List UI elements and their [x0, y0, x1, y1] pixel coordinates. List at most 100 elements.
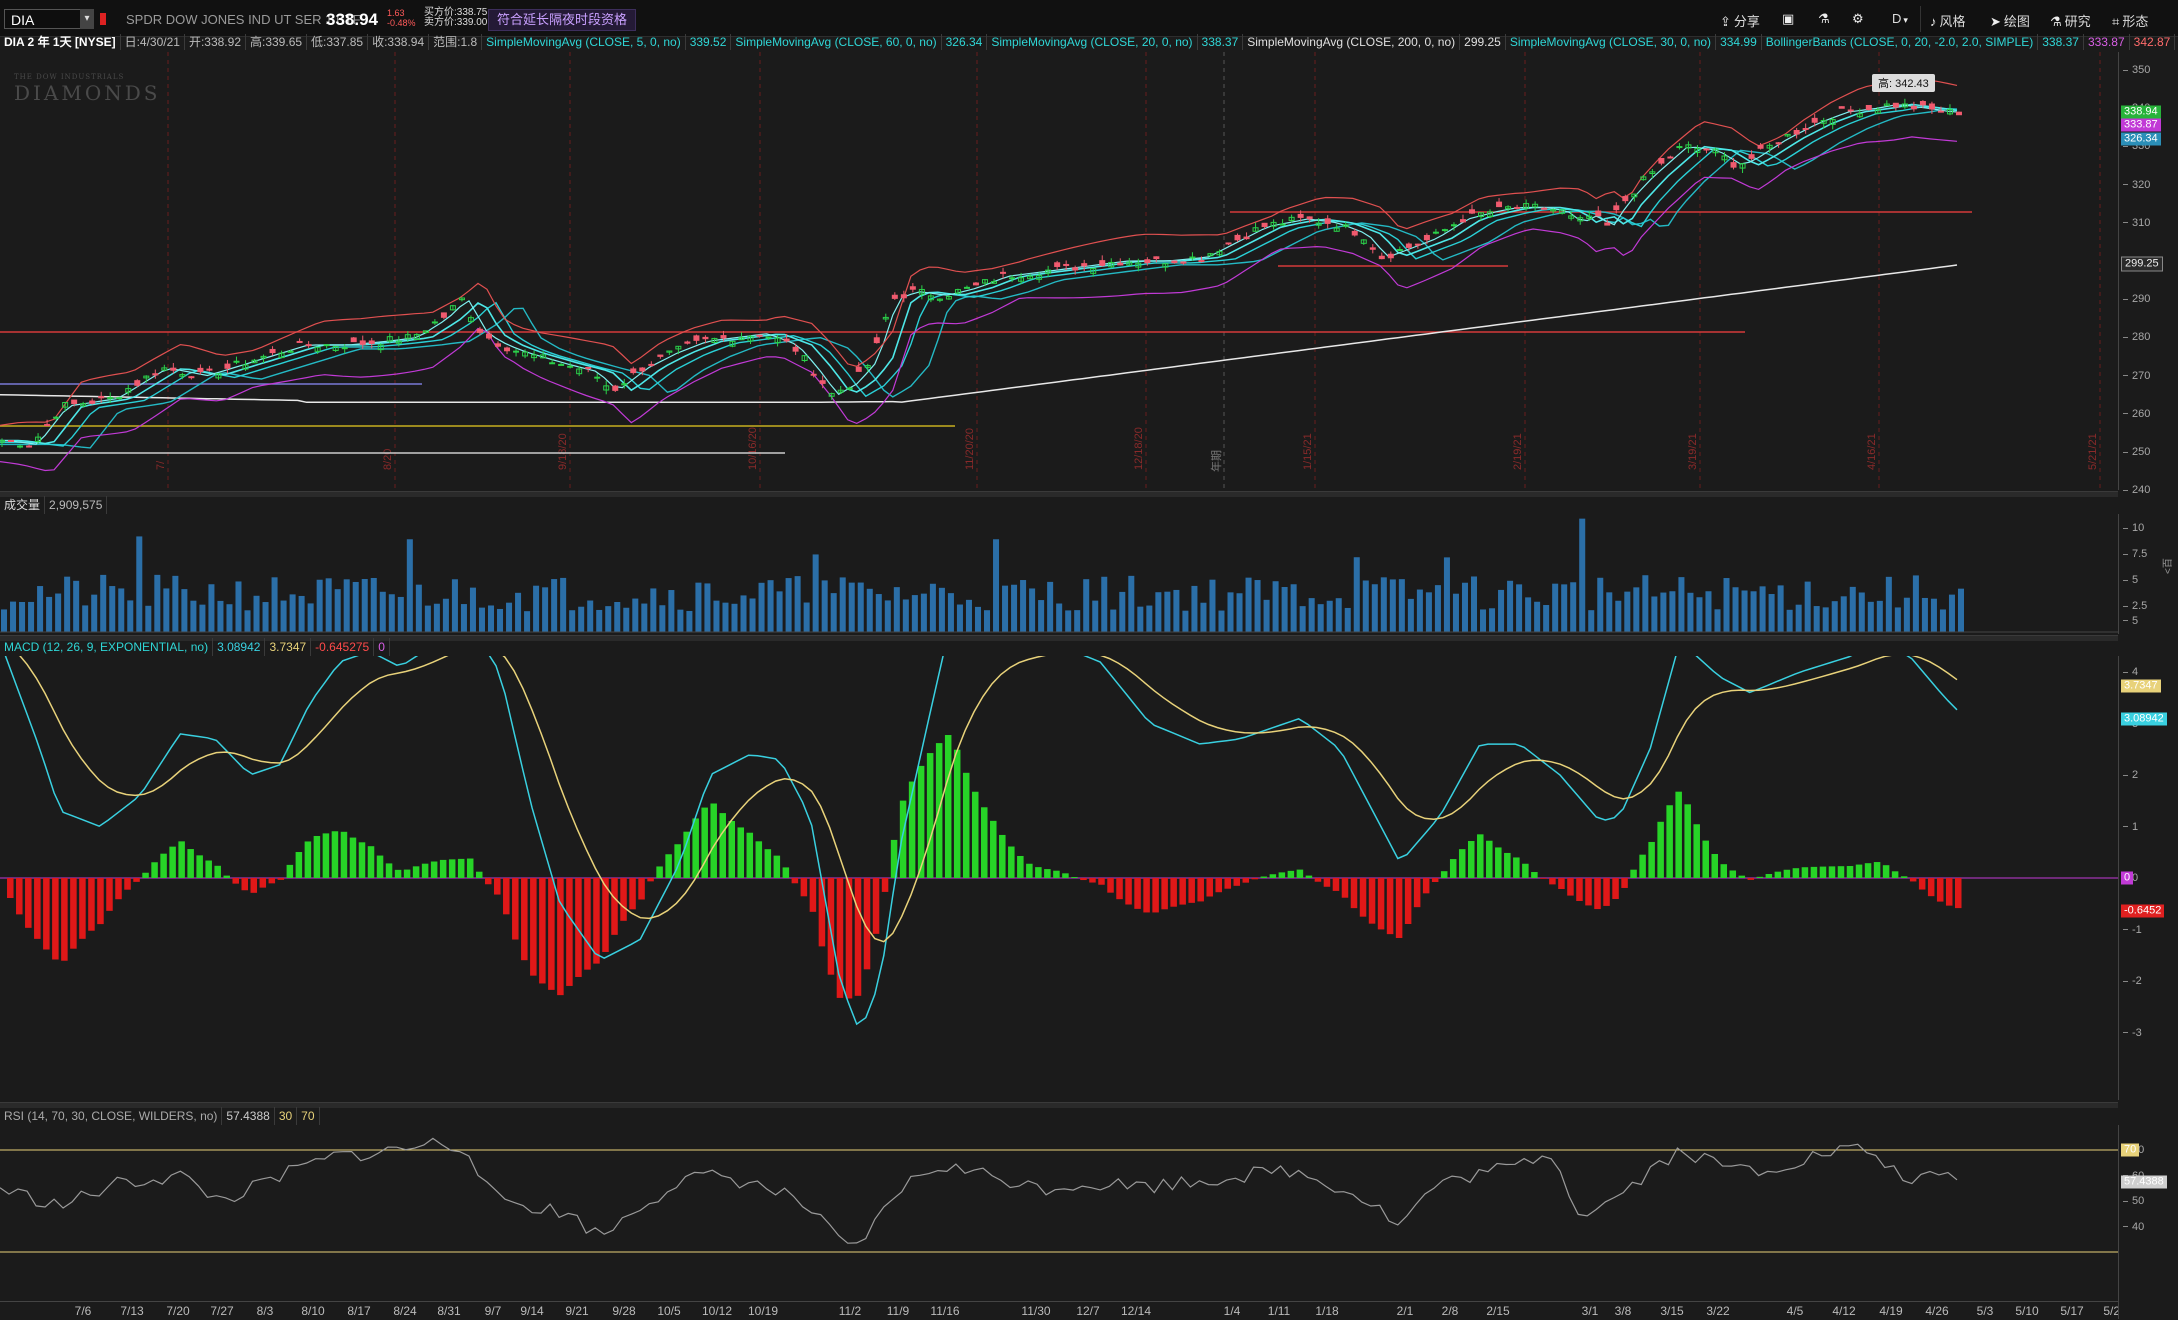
bar-range: 范围:1.8 — [429, 34, 483, 50]
candle-body — [1099, 260, 1106, 266]
macd-pane[interactable] — [0, 656, 2118, 1100]
share-icon: ⇪ — [1720, 14, 1731, 29]
draw-button[interactable]: ➤ 绘图 — [1990, 11, 2030, 30]
macd-histogram-bar — [304, 841, 312, 878]
study-sma20[interactable]: SimpleMovingAvg (CLOSE, 20, 0, no) — [987, 34, 1198, 50]
candle-body — [206, 368, 213, 371]
chart-period-label[interactable]: DIA 2 年 1天 [NYSE] — [0, 34, 121, 50]
candle-body — [1324, 218, 1331, 224]
tick-mark — [2123, 553, 2128, 555]
studies-header: DIA 2 年 1天 [NYSE] 日:4/30/21 开:338.92 高:339.… — [0, 34, 2176, 50]
price-value-tag: 326.34 — [2121, 132, 2161, 146]
macd-histogram-bar — [512, 878, 519, 940]
volume-bar — [1768, 594, 1775, 632]
macd-histogram-bar — [223, 875, 230, 878]
tick-mark — [2123, 69, 2128, 71]
rsi-high: 70 — [297, 1107, 320, 1125]
settings-button[interactable]: ⚙ — [1852, 11, 1867, 27]
rsi-label[interactable]: RSI (14, 70, 30, CLOSE, WILDERS, no) — [0, 1107, 223, 1125]
volume-bar — [1452, 593, 1459, 632]
study-sma30[interactable]: SimpleMovingAvg (CLOSE, 30, 0, no) — [1506, 34, 1717, 50]
drawing-set-button[interactable]: D ▾ — [1892, 11, 1911, 26]
extended-hours-button[interactable]: 符合延长隔夜时段资格 — [488, 9, 637, 31]
tick-text: 7.5 — [2132, 548, 2148, 560]
macd-chart[interactable] — [0, 656, 2118, 1100]
volume-bar — [1498, 589, 1505, 632]
study-sma200[interactable]: SimpleMovingAvg (CLOSE, 200, 0, no) — [1243, 34, 1461, 50]
date-axis[interactable]: 7/6 7/13 7/20 7/27 8/3 8/10 8/17 8/24 8/31 9/7 9/1… — [0, 1301, 2127, 1320]
price-pane[interactable]: 7/8/20 9/18/20 10/16/20 11/20/20 12/18/20 1/1… — [0, 52, 2118, 490]
macd-axis[interactable]: 543210-1-2-33.73473.089420-0.6452 — [2118, 615, 2178, 1100]
share-button[interactable]: ⇪ 分享 — [1720, 11, 1760, 30]
flask-button[interactable]: ⚗ — [1818, 11, 1833, 27]
candle-body — [1180, 261, 1187, 264]
flag-icon[interactable] — [100, 13, 106, 25]
volume-bar — [623, 607, 630, 632]
volume-bar — [632, 598, 639, 632]
price-axis[interactable]: 350340330320310300290280270260250240338.… — [2118, 52, 2178, 496]
pane-divider[interactable] — [0, 491, 2118, 497]
style-button[interactable]: ♪ 风格 — [1930, 11, 1966, 30]
volume-label[interactable]: 成交量 — [0, 496, 46, 514]
macd-histogram-bar — [349, 837, 357, 878]
macd-histogram-bar — [782, 867, 790, 878]
candle-body — [269, 348, 276, 354]
volume-bar — [1921, 597, 1928, 632]
study-button[interactable]: ⚗ 研究 — [2050, 11, 2091, 30]
macd-histogram-bar — [412, 866, 420, 878]
study-sma5[interactable]: SimpleMovingAvg (CLOSE, 5, 0, no) — [482, 34, 686, 50]
candle-body — [972, 282, 979, 286]
macd-histogram-bar — [953, 749, 961, 878]
volume-bar — [875, 594, 882, 632]
candle-body — [1595, 210, 1602, 217]
symbol-input[interactable]: DIA — [4, 9, 90, 29]
study-bollinger[interactable]: BollingerBands (CLOSE, 0, 20, -2.0, 2.0,… — [1762, 34, 2039, 50]
tick-text: 10 — [2132, 522, 2145, 534]
macd-histogram-bar — [1837, 866, 1845, 878]
macd-histogram-bar — [187, 849, 194, 878]
volume-pane[interactable] — [0, 514, 2118, 634]
volume-bar — [235, 581, 242, 632]
volume-bar — [668, 590, 675, 632]
pattern-button[interactable]: ⌗ 形态 — [2112, 11, 2148, 30]
date-tick-label: 11/9 — [886, 1304, 910, 1318]
bar-close: 收:338.94 — [368, 34, 430, 50]
rsi-pane[interactable] — [0, 1125, 2118, 1301]
study-sma60[interactable]: SimpleMovingAvg (CLOSE, 60, 0, no) — [731, 34, 942, 50]
bollinger-mid: 338.37 — [2038, 34, 2084, 50]
rsi-chart[interactable] — [0, 1125, 2118, 1301]
volume-bar — [217, 600, 224, 632]
volume-bar — [1407, 598, 1414, 632]
macd-histogram-bar — [1242, 878, 1250, 883]
macd-tick-label: -1 — [2123, 924, 2142, 936]
macd-histogram-bar — [1612, 878, 1619, 899]
macd-label[interactable]: MACD (12, 26, 9, EXPONENTIAL, no) — [0, 638, 214, 656]
candle-body — [1441, 229, 1448, 232]
price-chart[interactable]: 7/8/20 9/18/20 10/16/20 11/20/20 12/18/20 1/1… — [0, 52, 2118, 490]
rsi-axis[interactable]: 706050407057.4388 — [2118, 1125, 2178, 1301]
pattern-label: 形态 — [2122, 14, 2149, 29]
volume-bar — [893, 587, 900, 632]
volume-bar — [1101, 576, 1108, 632]
event-date-label: 12/18/20 — [1133, 427, 1145, 470]
macd-histogram-bar — [1747, 878, 1755, 880]
macd-histogram-bar — [899, 800, 907, 878]
tick-mark — [2123, 671, 2128, 673]
macd-histogram-bar — [1062, 873, 1069, 878]
gear-icon: ⚙ — [1852, 11, 1864, 26]
macd-histogram-bar — [250, 878, 258, 893]
grid-button[interactable]: ▣ — [1782, 11, 1797, 27]
tick-mark — [2123, 451, 2128, 453]
date-tick-label: 1/4 — [1223, 1304, 1241, 1318]
study-label: 研究 — [2064, 14, 2091, 29]
volume-chart[interactable] — [0, 514, 2118, 634]
macd-histogram-bar — [755, 841, 763, 878]
volume-tick-label: 2.5 — [2123, 600, 2147, 612]
volume-bar — [857, 582, 864, 632]
macd-histogram-bar — [1522, 863, 1529, 878]
symbol-dropdown-button[interactable]: ▾ — [80, 9, 94, 29]
candle-body — [1730, 162, 1737, 168]
volume-bar — [1344, 607, 1351, 632]
change-abs: 1.63 — [387, 8, 405, 18]
macd-histogram-bar — [1125, 878, 1132, 905]
